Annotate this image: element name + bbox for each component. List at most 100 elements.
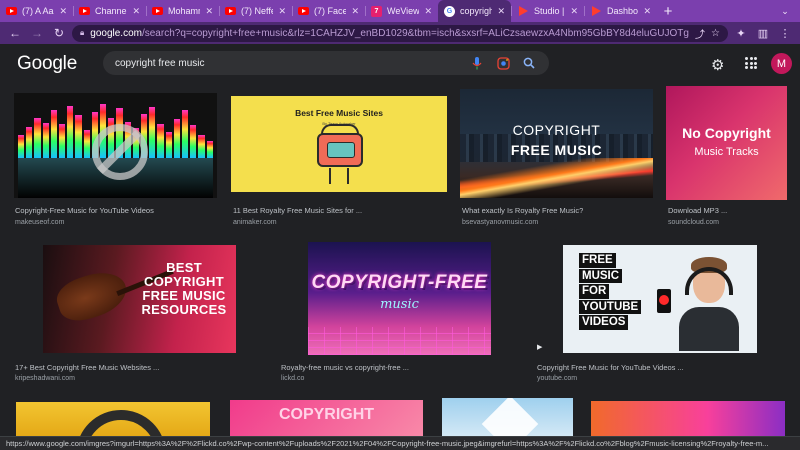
tab-5[interactable]: (7) Faceb ✕ [292,0,365,22]
tab-label: (7) Neffe [241,6,274,16]
tab-label: Dashboa [607,6,639,16]
result-thumbnail-4[interactable]: No Copyright Music Tracks [666,86,787,200]
play-icon: ▶ [537,344,543,351]
tab-3[interactable]: Mohamm ✕ [146,0,219,22]
close-icon[interactable]: ✕ [497,6,505,17]
address-bar[interactable]: 🔒︎ google.com/search?q=copyright+free+mu… [72,24,728,42]
result-title[interactable]: Download MP3 ... [668,206,727,215]
close-icon[interactable]: ✕ [59,6,67,17]
result-title[interactable]: 11 Best Royalty Free Music Sites for ... [233,206,362,215]
person-with-headphones [665,255,745,351]
menu-kebab-icon[interactable]: ⋮ [776,24,794,42]
browser-window: (7) A Aa ✕ Channel ✕ Mohamm ✕ (7) Neffe … [0,0,800,450]
tab-search-icon[interactable]: ⌄ [770,0,800,22]
tab-1[interactable]: (7) A Aa ✕ [0,0,73,22]
result-source[interactable]: soundcloud.com [668,219,719,226]
new-tab-button[interactable]: + [657,0,679,22]
result-thumbnail-1[interactable] [14,93,217,198]
tab-6[interactable]: 7 WeViewer ✕ [365,0,438,22]
thumb-text: FREE MUSIC FOR YOUTUBE VIDEOS [579,253,649,331]
result-thumbnail-8[interactable] [16,402,210,436]
thumb-heading: Best Free Music Sites [295,108,383,118]
result-title[interactable]: What exactly Is Royalty Free Music? [462,206,583,215]
result-source[interactable]: animaker.com [233,219,277,226]
url-text: google.com/search?q=copyright+free+music… [90,27,689,39]
thumb-line-1: COPYRIGHT [512,122,601,138]
browser-toolbar: ← → ↻ 🔒︎ google.com/search?q=copyright+f… [0,22,800,44]
close-icon[interactable]: ✕ [132,6,140,17]
thumb-line-1: COPYRIGHT-FREE [311,272,488,293]
no-copyright-icon [92,124,148,180]
result-thumbnail-10[interactable] [442,398,573,436]
youtube-icon [79,7,90,15]
tab-label: Studio | [534,6,565,16]
result-thumbnail-2[interactable]: Best Free Music Sites By Team Animaker [231,96,447,192]
tab-7-active[interactable]: G copyrigh ✕ [438,0,511,22]
google-logo[interactable]: Google [17,53,77,75]
extensions-icon[interactable]: ✦ [732,24,750,42]
close-icon[interactable]: ✕ [424,6,432,17]
close-icon[interactable]: ✕ [643,6,651,17]
tab-label: (7) Faceb [314,6,347,16]
synthwave-grid [308,327,491,355]
tab-2[interactable]: Channel ✕ [73,0,146,22]
result-source[interactable]: bsevastyanovmusic.com [462,219,538,226]
tab-strip: (7) A Aa ✕ Channel ✕ Mohamm ✕ (7) Neffe … [0,0,800,22]
studio-icon [590,6,602,17]
result-thumbnail-7[interactable]: FREE MUSIC FOR YOUTUBE VIDEOS [563,245,757,353]
share-icon[interactable]: ⤴ [695,26,705,41]
result-title[interactable]: Copyright Free Music for YouTube Videos … [537,363,684,372]
microphone-icon[interactable] [469,55,485,71]
tab-label: copyrigh [460,6,493,16]
side-panel-icon[interactable]: ▥ [754,24,772,42]
google-icon: G [444,5,455,17]
youtube-icon [6,7,17,15]
phone-icon [657,289,671,313]
close-icon[interactable]: ✕ [570,6,578,17]
camera-lens-icon[interactable] [495,55,511,71]
weviewer-icon: 7 [371,5,382,17]
result-thumbnail-6[interactable]: COPYRIGHT-FREE music [308,242,491,355]
bookmark-star-icon[interactable]: ☆ [711,28,720,39]
thumb-partial-text: COPYRIGHT [278,406,375,423]
search-box[interactable] [103,51,549,75]
apps-grid-icon[interactable] [745,57,757,69]
reload-button[interactable]: ↻ [50,24,68,42]
tab-8[interactable]: Studio | ✕ [511,0,584,22]
result-title[interactable]: 17+ Best Copyright Free Music Websites .… [15,363,159,372]
result-source[interactable]: lickd.co [281,375,304,382]
close-icon[interactable]: ✕ [351,6,359,17]
thumb-text: BEST COPYRIGHT FREE MUSIC RESOURCES [141,260,227,317]
result-source[interactable]: youtube.com [537,375,577,382]
status-bar-url: https://www.google.com/imgres?imgurl=htt… [0,436,800,450]
radio-legs [329,168,349,184]
result-source[interactable]: makeuseof.com [15,219,64,226]
tab-label: Mohamm [168,6,200,16]
result-thumbnail-11[interactable] [591,401,785,436]
radio-icon [317,133,363,167]
result-thumbnail-9[interactable]: COPYRIGHT [230,400,423,436]
thumb-line-2: FREE MUSIC [510,142,603,158]
result-source[interactable]: kripeshadwani.com [15,375,75,382]
close-icon[interactable]: ✕ [205,6,213,17]
youtube-icon [298,7,309,15]
avatar[interactable]: M [771,53,792,74]
result-title[interactable]: Royalty-free music vs copyright-free ... [281,363,409,372]
tab-9[interactable]: Dashboa ✕ [584,0,657,22]
tab-4[interactable]: (7) Neffe ✕ [219,0,292,22]
thumb-line-2: Music Tracks [694,146,759,158]
close-icon[interactable]: ✕ [278,6,286,17]
lock-icon[interactable]: 🔒︎ [80,28,84,38]
back-button[interactable]: ← [6,24,24,42]
thumb-line-2: music [380,297,419,312]
tab-spacer [679,0,770,22]
result-title[interactable]: Copyright-Free Music for YouTube Videos [15,206,154,215]
tab-label: (7) A Aa [22,6,54,16]
result-thumbnail-3[interactable]: COPYRIGHT FREE MUSIC [460,89,653,198]
forward-button[interactable]: → [28,24,46,42]
thumb-line-1: No Copyright [682,125,771,141]
gear-icon[interactable]: ⚙ [711,56,724,74]
search-input[interactable] [115,57,459,69]
result-thumbnail-5[interactable]: BEST COPYRIGHT FREE MUSIC RESOURCES [43,245,236,353]
search-icon[interactable] [521,55,537,71]
